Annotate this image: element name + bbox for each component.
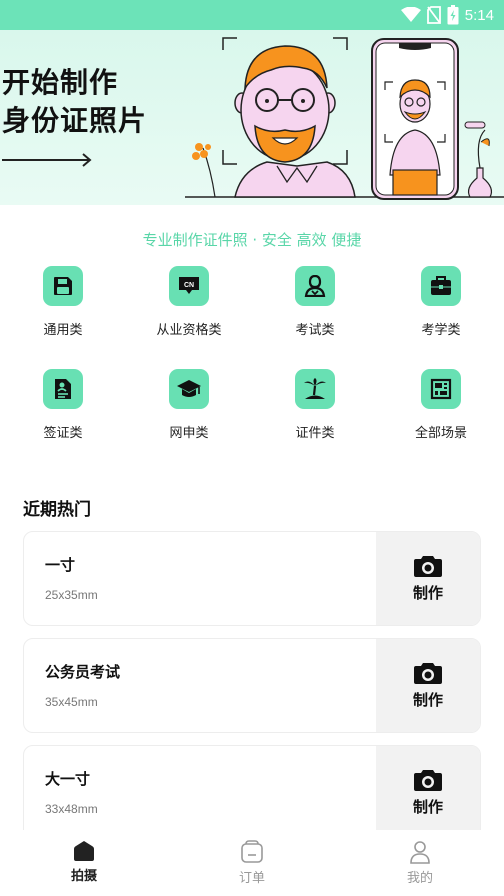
status-time: 5:14 [464, 6, 494, 24]
floppy-disk-icon [43, 266, 83, 306]
hot-item-name: 大一寸 [45, 770, 91, 788]
wifi-icon [400, 7, 421, 22]
category-all-scenes[interactable]: 全部场景 [378, 368, 504, 471]
palm-tree-icon [295, 369, 335, 409]
hot-section-title: 近期热门 [23, 500, 91, 520]
profile-icon [410, 841, 430, 864]
category-label: 证件类 [295, 426, 335, 441]
category-study[interactable]: 考学类 [378, 265, 504, 368]
hot-item-size: 25x35mm [45, 588, 98, 602]
category-label: 从业资格类 [156, 323, 222, 338]
hot-item-size: 35x45mm [45, 695, 98, 709]
category-label: 考试类 [295, 323, 335, 338]
hot-item-name: 公务员考试 [45, 663, 121, 681]
order-icon [241, 840, 263, 863]
camera-icon [414, 556, 442, 577]
make-button[interactable]: 制作 [376, 639, 480, 732]
nav-item-profile[interactable]: 我的 [336, 830, 504, 896]
main-card: 专业制作证件照 · 安全 高效 便捷 通用类 CN 从业资格类 考试类 考学类 [0, 205, 504, 830]
home-icon [74, 841, 94, 861]
grid-scenes-icon [421, 369, 461, 409]
category-online-apply[interactable]: 网申类 [126, 368, 252, 471]
hot-item[interactable]: 公务员考试 35x45mm 制作 [23, 638, 481, 733]
status-bar: 5:14 [0, 0, 504, 30]
hot-list: 一寸 25x35mm 制作 公务员考试 35x45mm 制作 大一寸 33x48… [23, 531, 481, 830]
nav-item-shoot[interactable]: 拍摄 [0, 830, 168, 896]
camera-icon [414, 663, 442, 684]
nav-item-orders[interactable]: 订单 [168, 830, 336, 896]
hot-item[interactable]: 大一寸 33x48mm 制作 [23, 745, 481, 830]
cn-badge-icon: CN [169, 266, 209, 306]
banner-title-line1: 开始制作 [2, 66, 119, 99]
battery-icon [447, 5, 459, 25]
bottom-nav: 拍摄 订单 我的 [0, 830, 504, 896]
hot-item-name: 一寸 [45, 556, 76, 574]
camera-icon [414, 770, 442, 791]
hero-banner[interactable]: 开始制作 身份证照片 [0, 30, 504, 205]
make-button-label: 制作 [412, 691, 443, 709]
visa-document-icon [43, 369, 83, 409]
user-badge-icon [295, 266, 335, 306]
category-label: 通用类 [43, 323, 83, 338]
make-button[interactable]: 制作 [376, 532, 480, 625]
make-button-label: 制作 [412, 798, 443, 816]
category-visa[interactable]: 签证类 [0, 368, 126, 471]
category-exam[interactable]: 考试类 [252, 265, 378, 368]
category-label: 网申类 [169, 426, 209, 441]
banner-title-line2: 身份证照片 [2, 104, 148, 137]
hot-item-size: 33x48mm [45, 802, 98, 816]
category-label: 考学类 [421, 323, 461, 338]
make-button-label: 制作 [412, 584, 443, 602]
banner-title: 开始制作 身份证照片 [2, 64, 147, 140]
banner-illustration [185, 37, 504, 200]
hot-item[interactable]: 一寸 25x35mm 制作 [23, 531, 481, 626]
no-sim-icon [426, 6, 441, 24]
graduation-cap-icon [169, 369, 209, 409]
svg-text:CN: CN [184, 282, 194, 289]
make-button[interactable]: 制作 [376, 746, 480, 830]
status-icons: 5:14 [400, 4, 494, 26]
arrow-right-icon [2, 153, 92, 167]
nav-label: 我的 [406, 871, 433, 886]
category-qualification[interactable]: CN 从业资格类 [126, 265, 252, 368]
category-label: 签证类 [43, 426, 83, 441]
category-label: 全部场景 [414, 426, 467, 441]
nav-label: 订单 [238, 871, 265, 886]
nav-label: 拍摄 [70, 869, 97, 884]
briefcase-icon [421, 266, 461, 306]
category-grid: 通用类 CN 从业资格类 考试类 考学类 签证类 网申类 证件类 全部场景 [0, 265, 504, 471]
tagline: 专业制作证件照 · 安全 高效 便捷 [142, 231, 362, 249]
category-certificate[interactable]: 证件类 [252, 368, 378, 471]
category-general[interactable]: 通用类 [0, 265, 126, 368]
